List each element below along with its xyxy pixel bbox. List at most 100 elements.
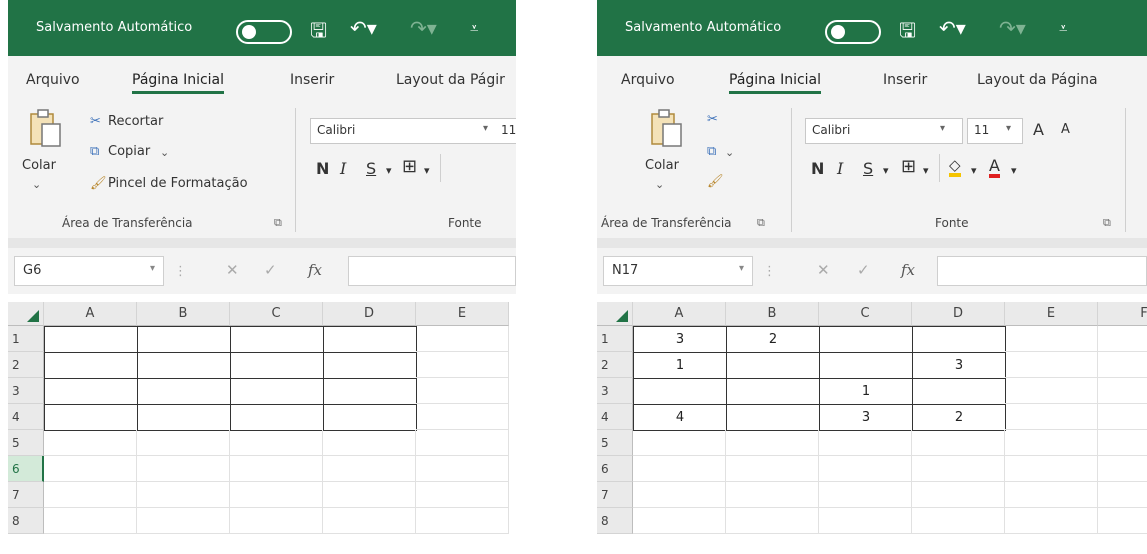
cell-b1[interactable]: 2 — [726, 326, 820, 353]
insert-function-icon[interactable]: fx — [901, 261, 915, 279]
cell-e8[interactable] — [1005, 508, 1098, 534]
cell-f6[interactable] — [1098, 456, 1147, 482]
formula-input[interactable] — [937, 256, 1147, 286]
cell-f5[interactable] — [1098, 430, 1147, 456]
cell-b2[interactable] — [726, 352, 820, 379]
font-dialog-launcher[interactable]: ⧉ — [1103, 216, 1111, 230]
cell-b1[interactable] — [137, 326, 231, 353]
cell-e2[interactable] — [416, 352, 509, 378]
cell-b6[interactable] — [726, 456, 819, 482]
cell-a5[interactable] — [44, 430, 137, 456]
cell-e5[interactable] — [1005, 430, 1098, 456]
cell-e2[interactable] — [1005, 352, 1098, 378]
row-header-6[interactable]: 6 — [8, 456, 44, 482]
cell-e3[interactable] — [416, 378, 509, 404]
cell-c1[interactable] — [819, 326, 913, 353]
cell-a1[interactable] — [44, 326, 138, 353]
column-header-b[interactable]: B — [137, 302, 230, 326]
cell-e4[interactable] — [416, 404, 509, 430]
copy-icon[interactable]: ⧉ — [707, 144, 716, 159]
cell-d7[interactable] — [323, 482, 416, 508]
borders-dropdown-icon[interactable]: ▾ — [424, 164, 430, 177]
select-all-corner[interactable] — [597, 302, 633, 326]
cell-d4[interactable]: 2 — [912, 404, 1006, 431]
tab-pagina-inicial[interactable]: Página Inicial — [729, 72, 822, 94]
cell-f2[interactable] — [1098, 352, 1147, 378]
cell-d7[interactable] — [912, 482, 1005, 508]
cell-e7[interactable] — [1005, 482, 1098, 508]
cell-e4[interactable] — [1005, 404, 1098, 430]
cell-a4[interactable]: 4 — [633, 404, 727, 431]
cell-e1[interactable] — [416, 326, 509, 352]
redo-icon[interactable]: ↷▾ — [410, 16, 437, 40]
cell-f4[interactable] — [1098, 404, 1147, 430]
column-header-c[interactable]: C — [230, 302, 323, 326]
autosave-toggle[interactable] — [825, 20, 881, 44]
row-header-3[interactable]: 3 — [8, 378, 44, 404]
cell-c5[interactable] — [819, 430, 912, 456]
column-header-e[interactable]: E — [416, 302, 509, 326]
row-header-8[interactable]: 8 — [8, 508, 44, 534]
copy-dropdown-icon[interactable]: ⌄ — [160, 146, 169, 159]
cell-b4[interactable] — [726, 404, 820, 431]
bold-button[interactable]: N — [316, 159, 329, 178]
save-icon[interactable]: 🖫 — [899, 16, 916, 50]
cell-b2[interactable] — [137, 352, 231, 379]
borders-icon[interactable]: ⊞ — [402, 156, 417, 177]
cell-d2[interactable] — [323, 352, 417, 379]
underline-button[interactable]: S — [863, 159, 873, 178]
column-header-c[interactable]: C — [819, 302, 912, 326]
cell-c6[interactable] — [819, 456, 912, 482]
cell-d5[interactable] — [912, 430, 1005, 456]
row-header-2[interactable]: 2 — [8, 352, 44, 378]
cell-e8[interactable] — [416, 508, 509, 534]
cut-icon[interactable]: ✂ — [707, 112, 718, 127]
tab-arquivo[interactable]: Arquivo — [621, 72, 675, 88]
font-color-icon[interactable]: A — [989, 156, 1000, 178]
column-header-e[interactable]: E — [1005, 302, 1098, 326]
font-color-dropdown-icon[interactable]: ▾ — [1011, 164, 1017, 177]
cell-c8[interactable] — [230, 508, 323, 534]
row-header-4[interactable]: 4 — [8, 404, 44, 430]
italic-button[interactable]: I — [837, 159, 843, 178]
column-header-f[interactable]: F — [1098, 302, 1147, 326]
row-header-5[interactable]: 5 — [597, 430, 633, 456]
autosave-toggle[interactable] — [236, 20, 292, 44]
cell-c2[interactable] — [819, 352, 913, 379]
worksheet-grid[interactable]: ABCDEF1322133144325678 — [597, 302, 1147, 554]
cell-d4[interactable] — [323, 404, 417, 431]
cell-c1[interactable] — [230, 326, 324, 353]
cell-f3[interactable] — [1098, 378, 1147, 404]
cell-b8[interactable] — [726, 508, 819, 534]
tab-layout-da-pagina[interactable]: Layout da Página — [977, 72, 1098, 88]
cell-e3[interactable] — [1005, 378, 1098, 404]
cell-a4[interactable] — [44, 404, 138, 431]
select-all-corner[interactable] — [8, 302, 44, 326]
paste-button[interactable]: Colar — [645, 158, 679, 173]
row-header-5[interactable]: 5 — [8, 430, 44, 456]
fill-color-dropdown-icon[interactable]: ▾ — [971, 164, 977, 177]
cell-e6[interactable] — [416, 456, 509, 482]
paste-button[interactable]: Colar — [22, 158, 56, 173]
cell-a7[interactable] — [44, 482, 137, 508]
italic-button[interactable]: I — [340, 159, 346, 178]
cell-d5[interactable] — [323, 430, 416, 456]
cell-d6[interactable] — [323, 456, 416, 482]
cell-d3[interactable] — [912, 378, 1006, 405]
cell-f8[interactable] — [1098, 508, 1147, 534]
cell-c4[interactable] — [230, 404, 324, 431]
column-header-d[interactable]: D — [323, 302, 416, 326]
cell-a6[interactable] — [44, 456, 137, 482]
column-header-b[interactable]: B — [726, 302, 819, 326]
borders-dropdown-icon[interactable]: ▾ — [923, 164, 929, 177]
paste-icon[interactable] — [28, 108, 62, 148]
clipboard-dialog-launcher[interactable]: ⧉ — [757, 216, 765, 230]
cancel-icon[interactable]: ✕ — [226, 261, 239, 279]
font-name-dropdown[interactable]: Calibri ▾ 11 — [310, 118, 516, 144]
row-header-8[interactable]: 8 — [597, 508, 633, 534]
cell-c3[interactable] — [230, 378, 324, 405]
clipboard-dialog-launcher[interactable]: ⧉ — [274, 216, 282, 230]
shrink-font-button[interactable]: A — [1061, 122, 1070, 137]
cell-a6[interactable] — [633, 456, 726, 482]
row-header-1[interactable]: 1 — [8, 326, 44, 352]
